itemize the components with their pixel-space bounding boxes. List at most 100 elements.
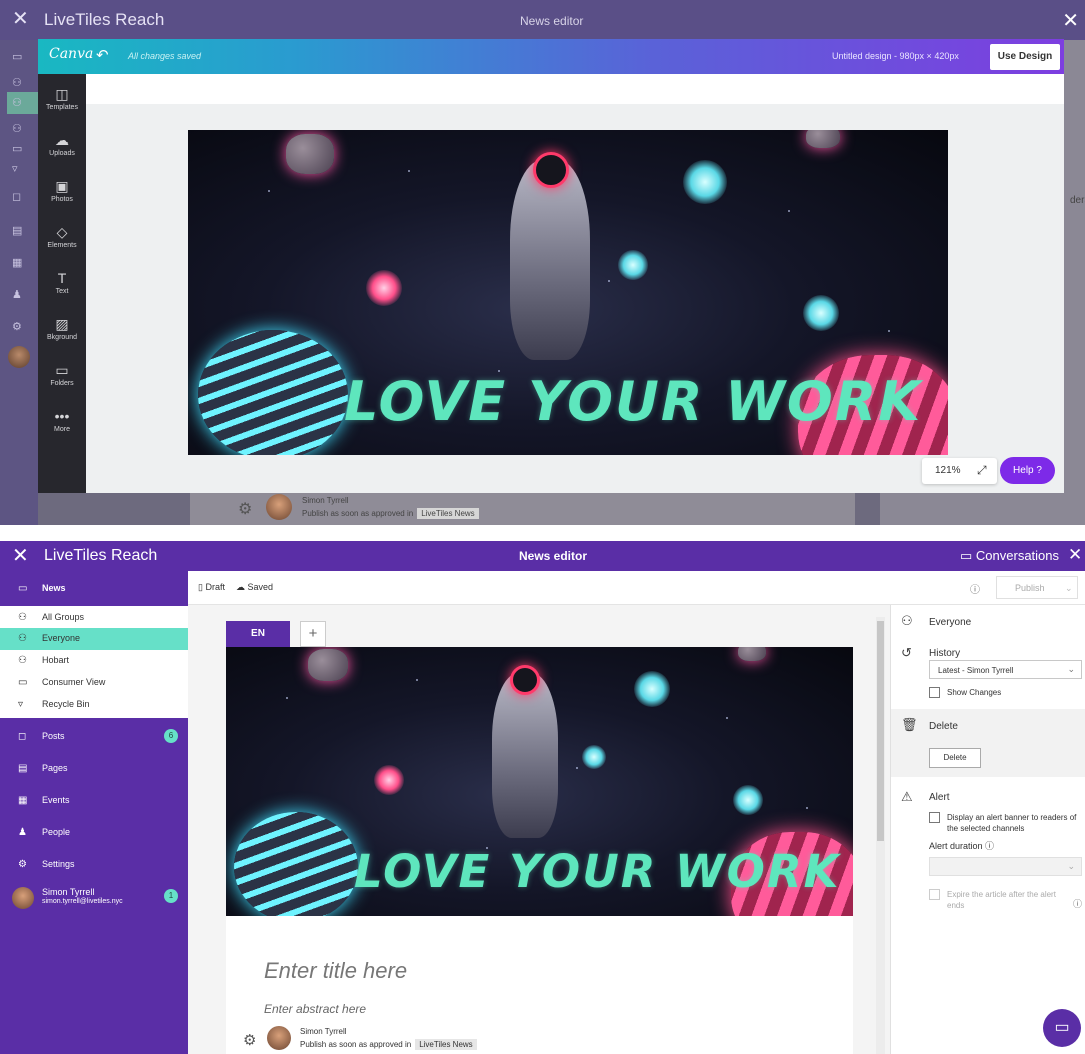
sidebar-item-templates[interactable]: ◫ Templates xyxy=(38,86,86,111)
sidebar-item-pages[interactable]: ▤ Pages xyxy=(0,763,188,779)
article-banner-image[interactable]: LOVE YOUR WORK xyxy=(226,647,853,916)
group-item-all-groups[interactable]: ⚇ All Groups xyxy=(0,608,188,628)
trash-icon: 🗑 xyxy=(901,717,918,732)
author-name: Simon Tyrrell xyxy=(302,496,349,505)
group-item-hobart[interactable]: ⚇ Hobart xyxy=(0,651,188,671)
title-input[interactable]: Enter title here xyxy=(264,958,407,984)
help-button[interactable]: Help ? xyxy=(1000,457,1055,484)
history-icon: ↺ xyxy=(901,645,912,660)
saved-status: ☁ Saved xyxy=(236,582,274,592)
sidebar-item-background[interactable]: ▨ Bkground xyxy=(38,316,86,341)
dimmed-byline: ⚙ Simon Tyrrell Publish as soon as appro… xyxy=(238,493,848,525)
sidebar-item-uploads[interactable]: ☁ Uploads xyxy=(38,132,86,157)
group-list: ⚇ All Groups ⚇ Everyone ⚇ Hobart ▭ Consumer … xyxy=(0,606,188,718)
draft-status[interactable]: ▯ Draft xyxy=(198,582,225,593)
avatar xyxy=(12,887,34,909)
show-changes-checkbox[interactable] xyxy=(929,687,940,698)
sidebar-item-photos[interactable]: ▣ Photos xyxy=(38,178,86,203)
groups-icon: ⚇ xyxy=(12,77,22,89)
conversations-button[interactable]: ▭ Conversations xyxy=(960,548,1059,564)
sidebar-item-elements[interactable]: ◇ Elements xyxy=(38,224,86,249)
canvas-header-strip xyxy=(86,74,1064,104)
gear-icon[interactable]: ⚙ xyxy=(243,1031,256,1049)
info-icon[interactable]: ⓘ xyxy=(1073,897,1082,910)
zoom-control[interactable]: 121% ⤢ xyxy=(922,458,997,484)
user-count-badge: 1 xyxy=(164,889,178,903)
group-icon: ⚇ xyxy=(18,655,27,666)
canva-sidebar: ◫ Templates ☁ Uploads ▣ Photos ◇ Elements TT… xyxy=(38,74,86,493)
expand-icon[interactable]: ⤢ xyxy=(977,463,987,478)
article-settings-panel: ⚇ Everyone ↺ History Latest - Simon Tyrr… xyxy=(890,605,1085,1054)
history-select[interactable]: Latest - Simon Tyrrell ⌄ xyxy=(929,660,1082,679)
chat-launcher-button[interactable]: ▭ xyxy=(1043,1009,1081,1047)
banner-text: LOVE YOUR WORK xyxy=(344,370,923,433)
sidebar-item-people[interactable]: ♟ People xyxy=(0,827,188,843)
avatar xyxy=(267,1026,291,1050)
templates-icon: ◫ xyxy=(55,86,69,102)
canva-toolbar: Canva ↶ All changes saved Untitled desig… xyxy=(38,39,1064,74)
app-title: LiveTiles Reach xyxy=(44,547,158,564)
sidebar-item-more[interactable]: ••• More xyxy=(38,408,86,433)
page-title: News editor xyxy=(520,14,584,28)
news-editor-screen: ✕ LiveTiles Reach News editor ▭ Conversa… xyxy=(0,541,1085,1054)
group-icon: ⚇ xyxy=(18,633,27,644)
sidebar-item-settings[interactable]: ⚙ Settings xyxy=(0,859,188,875)
publish-button[interactable]: Publish ⌄ xyxy=(996,576,1078,599)
app-title: LiveTiles Reach xyxy=(44,10,165,29)
sidebar-item-news[interactable]: ▭ News xyxy=(0,583,188,597)
sidebar-item-text[interactable]: T Text xyxy=(38,270,86,295)
sidebar-nav: ▭ News ⚇ All Groups ⚇ Everyone ⚇ Hobart ▭ Co… xyxy=(0,571,188,1054)
groups-icon: ⚇ xyxy=(12,97,22,109)
group-item-everyone[interactable]: ⚇ Everyone xyxy=(0,628,188,650)
delete-button[interactable]: Delete xyxy=(929,748,981,768)
events-icon: ▦ xyxy=(12,257,23,269)
sidebar-item-posts[interactable]: ◻ Posts 6 xyxy=(0,729,188,747)
page-title: News editor xyxy=(519,549,588,563)
people-icon: ♟ xyxy=(12,289,22,301)
banner-text: LOVE YOUR WORK xyxy=(354,845,841,898)
events-icon: ▦ xyxy=(18,795,28,806)
user-email: simon.tyrrell@livetiles.nyc xyxy=(42,898,123,905)
editor-scrollbar[interactable] xyxy=(876,617,885,1054)
sidebar-user[interactable]: Simon Tyrrell simon.tyrrell@livetiles.ny… xyxy=(0,887,188,913)
close-icon[interactable]: ✕ xyxy=(1062,8,1079,33)
livetiles-logo-icon: ✕ xyxy=(12,8,29,30)
alert-duration-select[interactable]: ⌄ xyxy=(929,857,1082,876)
scrollbar-thumb[interactable] xyxy=(877,621,884,841)
neon-asteroid xyxy=(198,330,348,455)
more-icon: ••• xyxy=(54,408,70,424)
info-icon: ⓘ xyxy=(985,841,995,851)
sidebar-item-folders[interactable]: ▭ Folders xyxy=(38,362,86,387)
audience-icon: ⚇ xyxy=(901,613,913,628)
pages-icon: ▤ xyxy=(18,763,28,774)
author-name: Simon Tyrrell xyxy=(300,1027,347,1036)
alert-banner-checkbox[interactable] xyxy=(929,812,940,823)
channel-tag[interactable]: LiveTiles News xyxy=(415,1039,477,1050)
sidebar-item-events[interactable]: ▦ Events xyxy=(0,795,188,811)
info-icon[interactable]: ⓘ xyxy=(970,581,980,596)
alert-banner-text: Display an alert banner to readers of th… xyxy=(947,813,1077,833)
use-design-button[interactable]: Use Design xyxy=(990,44,1060,70)
settings-icon: ⚙ xyxy=(18,859,27,870)
add-language-button[interactable]: + xyxy=(300,621,326,647)
folder-icon: ▭ xyxy=(55,362,69,378)
group-icon: ⚇ xyxy=(18,612,27,623)
tab-en[interactable]: EN xyxy=(226,621,290,647)
news-icon: ▭ xyxy=(18,583,28,594)
design-canvas[interactable]: LOVE YOUR WORK xyxy=(188,130,948,455)
consumer-view-icon: ▭ xyxy=(12,143,23,155)
posts-icon: ◻ xyxy=(12,191,22,203)
chevron-down-icon: ⌄ xyxy=(1067,664,1075,674)
pages-icon: ▤ xyxy=(12,225,23,237)
expire-checkbox[interactable] xyxy=(929,889,940,900)
abstract-input[interactable]: Enter abstract here xyxy=(264,1002,366,1016)
asteroid xyxy=(308,649,348,681)
undo-icon[interactable]: ↶ xyxy=(96,46,109,64)
delete-section xyxy=(891,709,1085,777)
group-item-recycle-bin[interactable]: ▿ Recycle Bin xyxy=(0,695,188,715)
close-icon[interactable]: ✕ xyxy=(1068,545,1082,565)
chevron-down-icon: ⌄ xyxy=(1065,583,1073,593)
group-item-consumer-view[interactable]: ▭ Consumer View xyxy=(0,673,188,693)
recycle-bin-icon: ▿ xyxy=(12,163,18,175)
astronaut xyxy=(492,673,558,838)
